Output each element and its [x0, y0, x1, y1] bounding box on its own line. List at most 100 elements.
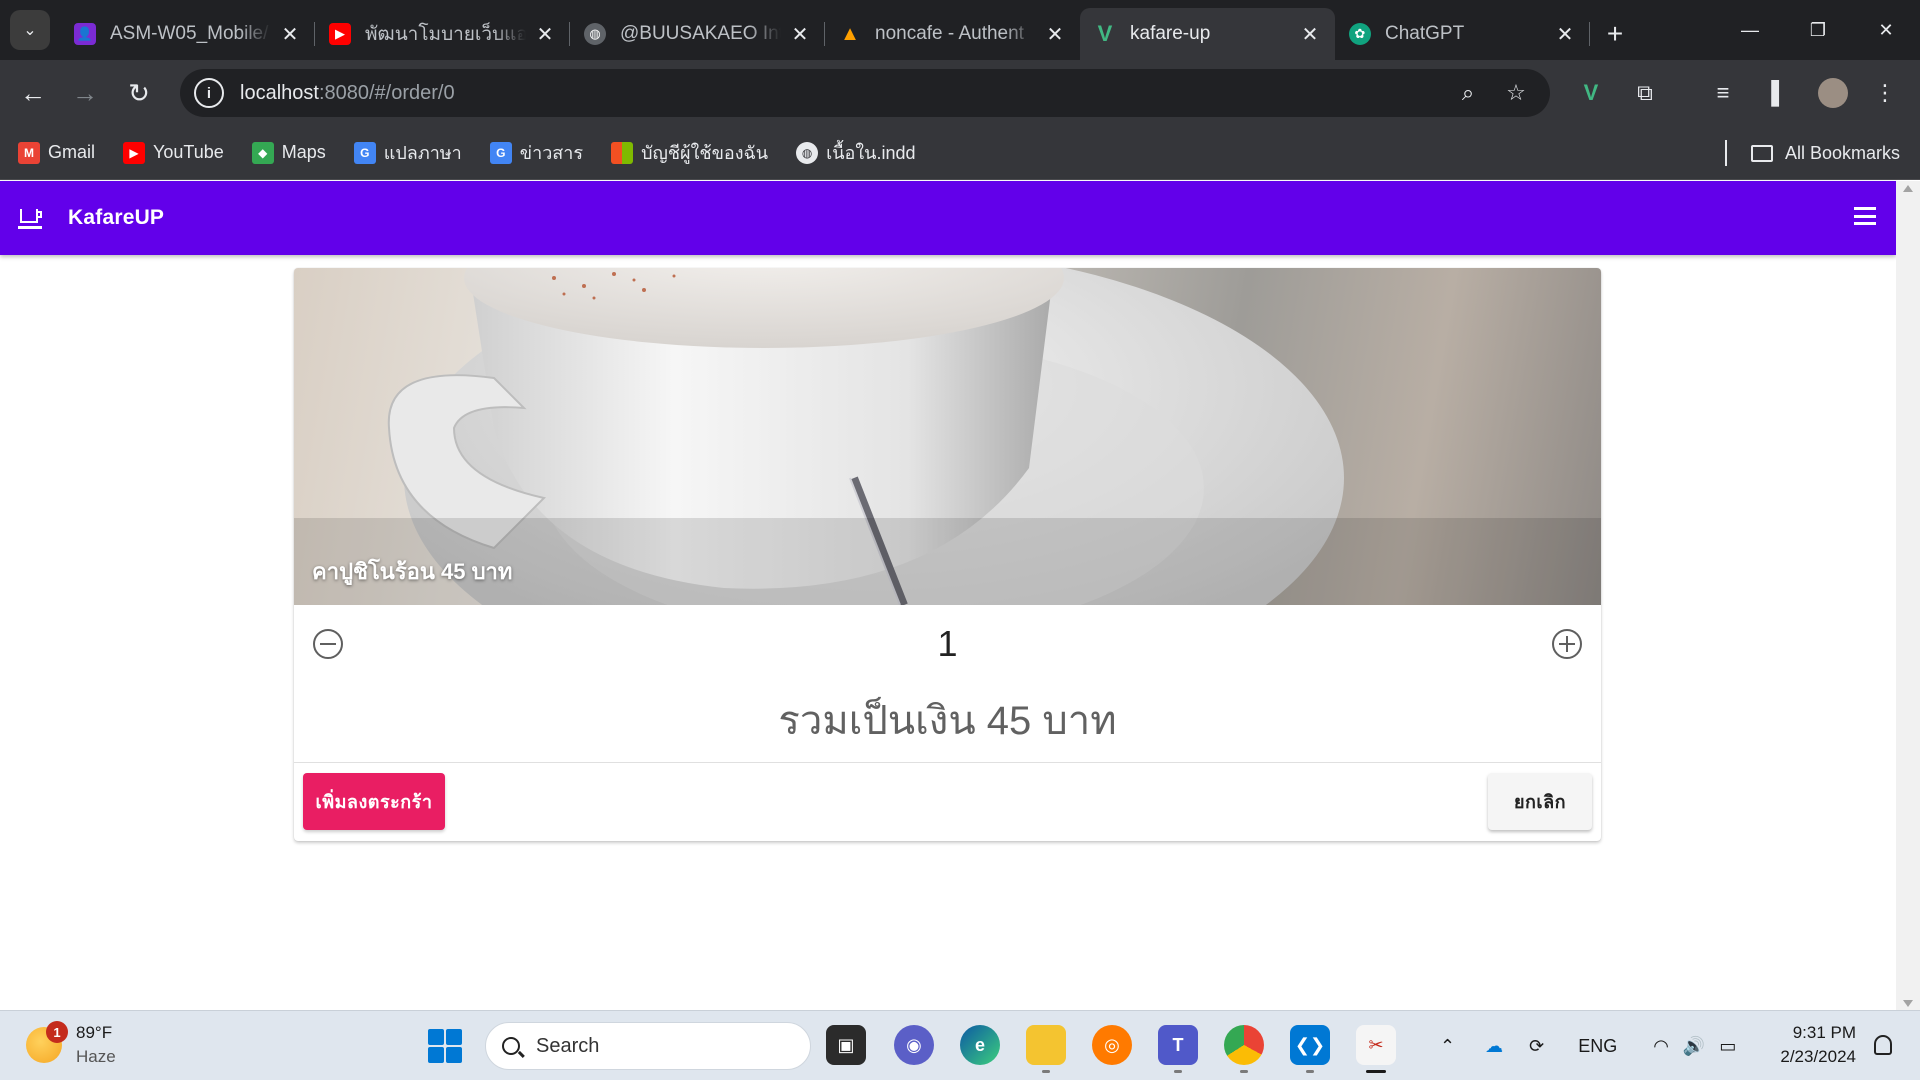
bookmark-indd[interactable]: ◍ เนื้อใน.indd — [796, 138, 915, 167]
all-bookmarks-button[interactable]: All Bookmarks — [1724, 126, 1900, 180]
chrome-icon[interactable] — [1224, 1025, 1264, 1073]
weather-icon: 1 — [26, 1021, 68, 1063]
scroll-down-arrow-icon[interactable] — [1903, 1000, 1913, 1007]
edge-icon[interactable]: e — [960, 1025, 1000, 1065]
tab-search-button[interactable]: ⌄ — [10, 10, 50, 50]
youtube-icon: ▶ — [123, 141, 146, 164]
tab-asm[interactable]: 👤 ASM-W05_Mobile/ ✕ — [60, 8, 315, 60]
all-bookmarks-label: All Bookmarks — [1784, 142, 1900, 163]
tab-list: 👤 ASM-W05_Mobile/ ✕ ▶ พัฒนาโมบายเว็บแอปแ… — [60, 8, 1640, 60]
browser-menu-icon[interactable]: ⋮ — [1862, 70, 1908, 116]
weather-temp: 89°F — [76, 1023, 113, 1042]
zoom-icon[interactable]: ⌕ — [1444, 80, 1492, 106]
cancel-button[interactable]: ยกเลิก — [1488, 773, 1592, 830]
language-indicator[interactable]: ENG — [1578, 1036, 1617, 1057]
person-icon: 👤 — [74, 23, 96, 45]
clock[interactable]: 9:31 PM 2/23/2024 — [1780, 1021, 1856, 1069]
browser-tab-strip: ⌄ 👤 ASM-W05_Mobile/ ✕ ▶ พัฒนาโมบายเว็บแอ… — [0, 0, 1920, 60]
search-label: Search — [536, 1034, 600, 1057]
file-explorer-icon[interactable] — [1026, 1025, 1066, 1073]
url-path: :8080/#/order/0 — [318, 81, 455, 104]
meet-icon[interactable]: ◉ — [894, 1025, 934, 1065]
bookmark-news[interactable]: G ข่าวสาร — [489, 138, 584, 167]
plus-circle-icon[interactable] — [1552, 629, 1582, 659]
restore-icon[interactable]: ❐ — [1784, 0, 1852, 60]
bookmarks-bar: M Gmail ▶ YouTube ◆ Maps G แปลภาษา G ข่าวสาร … — [0, 126, 1920, 180]
bookmark-label: Gmail — [48, 142, 96, 162]
close-icon[interactable]: ✕ — [789, 22, 811, 47]
media-controls-icon[interactable]: ≡ — [1700, 70, 1746, 116]
bookmark-account[interactable]: บัญชีผู้ใช้ของฉัน — [611, 138, 768, 167]
folder-icon — [1750, 144, 1773, 162]
address-bar[interactable]: i localhost:8080/#/order/0 ⌕ ☆ — [180, 69, 1550, 117]
bookmark-star-icon[interactable]: ☆ — [1492, 80, 1540, 106]
chevron-up-icon[interactable]: ⌃ — [1440, 1036, 1455, 1057]
close-icon[interactable]: ✕ — [1554, 22, 1576, 47]
bookmark-translate[interactable]: G แปลภาษา — [353, 138, 462, 167]
tab-title: พัฒนาโมบายเว็บแอปแ — [365, 24, 526, 45]
side-panel-icon[interactable]: ▌ — [1756, 70, 1802, 116]
tab-title: ChatGPT — [1385, 23, 1465, 44]
back-arrow-icon[interactable]: ← — [10, 70, 56, 116]
bookmark-youtube[interactable]: ▶ YouTube — [123, 141, 224, 164]
snipping-tool-icon[interactable]: ✂ — [1356, 1025, 1396, 1073]
close-window-icon[interactable]: ✕ — [1852, 0, 1920, 60]
bookmark-label: เนื้อใน.indd — [826, 143, 916, 163]
taskbar-search[interactable]: Search — [485, 1022, 811, 1070]
reload-icon[interactable]: ↻ — [116, 70, 162, 116]
task-view-icon[interactable]: ▣ — [826, 1025, 866, 1065]
bookmark-gmail[interactable]: M Gmail — [18, 141, 96, 164]
tab-chatgpt[interactable]: ✿ ChatGPT ✕ — [1335, 8, 1590, 60]
teams-icon[interactable]: T — [1158, 1025, 1198, 1073]
weather-desc: Haze — [76, 1047, 116, 1066]
microsoft-icon — [611, 141, 634, 164]
tab-kafare-up[interactable]: V kafare-up ✕ — [1080, 8, 1335, 60]
close-icon[interactable]: ✕ — [279, 22, 301, 47]
windows-start-icon[interactable] — [428, 1029, 462, 1063]
globe-icon: ◍ — [796, 141, 819, 164]
window-controls: — ❐ ✕ — [1716, 0, 1920, 60]
total-price: รวมเป็นเงิน 45 บาท — [778, 699, 1117, 743]
url-host: localhost — [240, 81, 319, 104]
extensions-icon[interactable]: ⧉ — [1622, 70, 1668, 116]
battery-icon[interactable]: ▭ — [1719, 1036, 1736, 1057]
bookmark-label: ข่าวสาร — [519, 143, 584, 163]
close-icon[interactable]: ✕ — [534, 22, 556, 47]
chatgpt-icon: ✿ — [1349, 23, 1371, 45]
scroll-up-arrow-icon[interactable] — [1903, 185, 1913, 192]
tab-noncafe[interactable]: ▲ noncafe - Authent ✕ — [825, 8, 1080, 60]
browser-app-icon[interactable]: ◎ — [1092, 1025, 1132, 1065]
site-info-icon[interactable]: i — [194, 78, 224, 108]
forward-arrow-icon[interactable]: → — [62, 70, 108, 116]
minimize-icon[interactable]: — — [1716, 0, 1784, 60]
clock-date: 2/23/2024 — [1780, 1047, 1856, 1066]
search-icon — [502, 1037, 520, 1055]
page-scrollbar[interactable] — [1896, 181, 1920, 1011]
weather-widget[interactable]: 1 89°F Haze — [26, 1021, 116, 1069]
quantity-value: 1 — [937, 623, 958, 664]
tab-title: ASM-W05_Mobile/ — [110, 23, 269, 44]
hamburger-menu-icon[interactable] — [1854, 207, 1876, 225]
close-icon[interactable]: ✕ — [1044, 22, 1066, 47]
notification-bell-icon[interactable] — [1874, 1035, 1892, 1055]
volume-icon[interactable]: 🔊 — [1683, 1036, 1705, 1057]
vscode-icon[interactable]: ❮❯ — [1290, 1025, 1330, 1073]
add-to-cart-button[interactable]: เพิ่มลงตระกร้า — [303, 773, 445, 830]
close-icon[interactable]: ✕ — [1299, 22, 1321, 47]
youtube-icon: ▶ — [329, 23, 351, 45]
onedrive-icon[interactable]: ☁ — [1485, 1036, 1503, 1057]
product-caption: คาปูชิโนร้อน 45 บาท — [312, 559, 513, 584]
profile-avatar[interactable] — [1810, 70, 1856, 116]
bookmark-label: YouTube — [153, 142, 224, 162]
system-tray: ⌃ ☁ ⟳ ENG ◠ 🔊 ▭ — [1440, 1011, 1736, 1081]
tab-youtube[interactable]: ▶ พัฒนาโมบายเว็บแอปแ ✕ — [315, 8, 570, 60]
bookmark-maps[interactable]: ◆ Maps — [251, 141, 326, 164]
vue-devtools-icon[interactable]: V — [1568, 70, 1614, 116]
taskbar: 1 89°F Haze Search ▣ ◉ e ◎ T ❮❯ ✂ ⌃ ☁ ⟳ … — [0, 1010, 1920, 1080]
sync-icon[interactable]: ⟳ — [1529, 1036, 1544, 1057]
new-tab-button[interactable]: + — [1590, 8, 1640, 60]
tab-buusakaeo[interactable]: ◍ @BUUSAKAEO Inte ✕ — [570, 8, 825, 60]
firebase-icon: ▲ — [840, 22, 860, 45]
wifi-icon[interactable]: ◠ — [1653, 1036, 1669, 1057]
quantity-stepper: 1 — [294, 605, 1601, 683]
